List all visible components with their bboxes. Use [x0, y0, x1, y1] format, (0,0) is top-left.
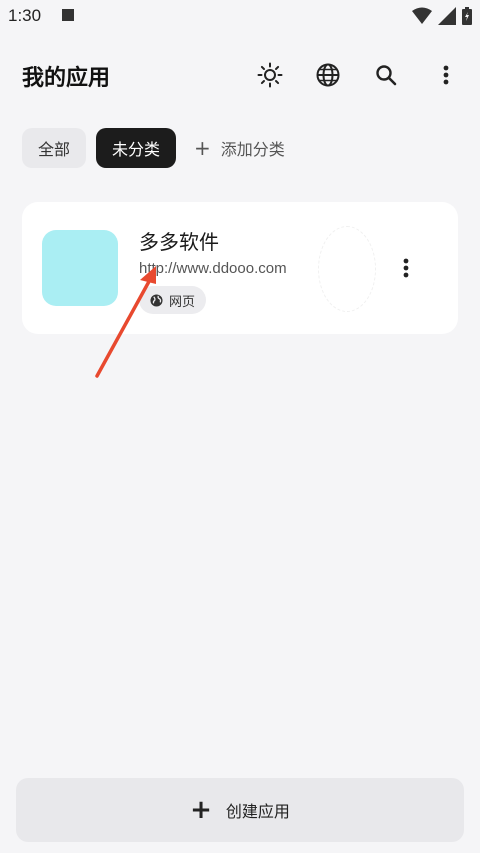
- app-icon: [42, 230, 118, 306]
- status-icons: [412, 7, 472, 25]
- status-bar: 1:30: [0, 0, 480, 34]
- tab-uncategorized[interactable]: 未分类: [96, 128, 177, 168]
- tab-all[interactable]: 全部: [22, 128, 87, 168]
- app-card[interactable]: 多多软件 http://www.ddooo.com 网页: [22, 202, 458, 334]
- app-more-options-icon[interactable]: [392, 252, 420, 284]
- tab-label: 全部: [38, 140, 71, 159]
- battery-icon: [462, 7, 472, 25]
- page-title: 我的应用: [22, 66, 111, 91]
- create-app-button[interactable]: + 创建应用: [16, 778, 464, 842]
- app-name: 多多软件: [139, 230, 219, 254]
- category-tabs: 全部 未分类 + 添加分类: [22, 128, 303, 168]
- brightness-icon[interactable]: [256, 61, 284, 89]
- language-globe-icon[interactable]: [314, 61, 342, 89]
- status-time: 1:30: [8, 6, 42, 25]
- tab-label: 未分类: [112, 140, 161, 159]
- add-category-button[interactable]: + 添加分类: [186, 128, 293, 168]
- app-type-badge: 网页: [139, 286, 207, 314]
- plus-icon: +: [190, 795, 212, 825]
- plus-icon: +: [194, 136, 211, 160]
- signal-icon: [438, 7, 456, 25]
- globe-icon: [150, 293, 163, 307]
- app-url: http://www.ddooo.com: [139, 260, 287, 277]
- add-category-label: 添加分类: [220, 140, 285, 159]
- card-placeholder-shape: [318, 226, 376, 312]
- create-app-label: 创建应用: [225, 802, 290, 821]
- search-icon[interactable]: [372, 61, 400, 89]
- app-type-label: 网页: [169, 294, 196, 310]
- notification-icon: [62, 9, 74, 21]
- more-options-icon[interactable]: [432, 61, 460, 89]
- wifi-icon: [412, 7, 432, 24]
- app-header: 我的应用: [0, 52, 480, 98]
